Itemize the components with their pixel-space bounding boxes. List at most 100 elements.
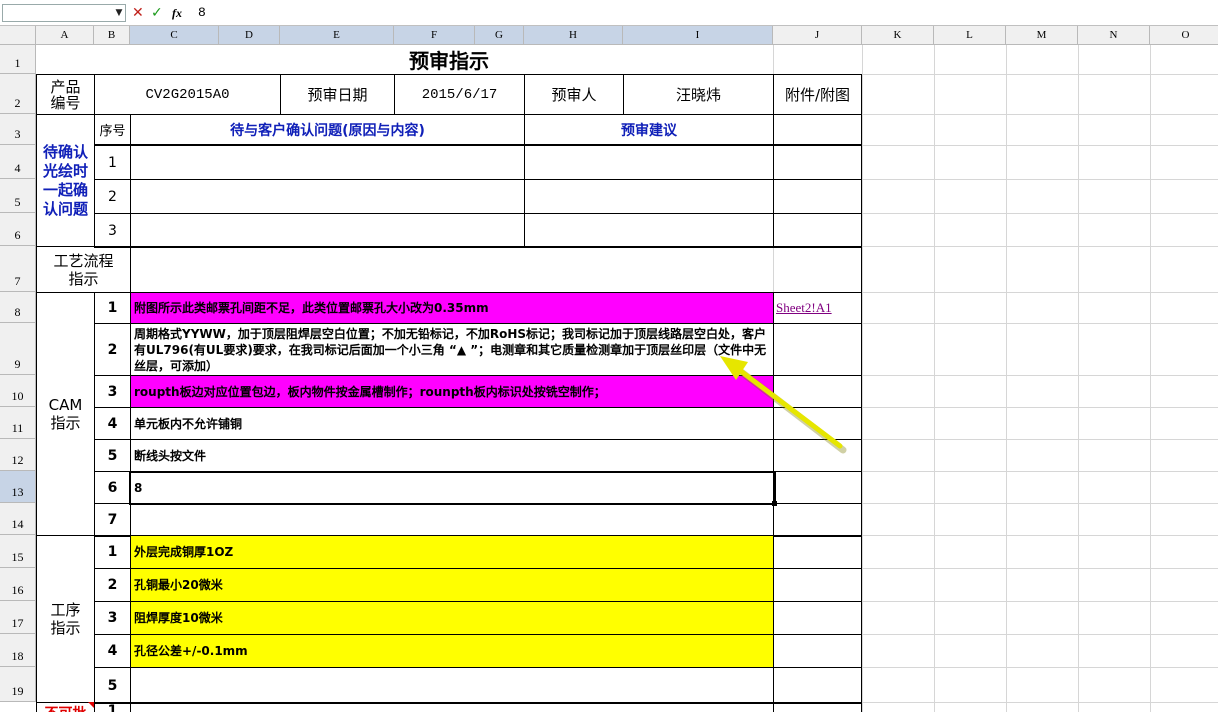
- procedure-attach-cell[interactable]: [773, 535, 862, 569]
- row-header-6[interactable]: 6: [0, 213, 36, 246]
- cam-seq-cell[interactable]: 6: [94, 471, 131, 504]
- row-header-17[interactable]: 17: [0, 601, 36, 634]
- procedure-instruction-cell[interactable]: [130, 667, 774, 704]
- row-header-18[interactable]: 18: [0, 634, 36, 667]
- row-header-14[interactable]: 14: [0, 503, 36, 535]
- column-header-I[interactable]: I: [623, 26, 773, 45]
- cam-attach-cell[interactable]: [773, 503, 862, 537]
- column-header-K[interactable]: K: [862, 26, 934, 45]
- row-header-5[interactable]: 5: [0, 179, 36, 213]
- suggestion-header-cell[interactable]: 预审建议: [524, 114, 774, 145]
- confirm-seq-cell[interactable]: 3: [94, 213, 131, 248]
- row-header-1[interactable]: 1: [0, 45, 36, 74]
- row-header-4[interactable]: 4: [0, 145, 36, 179]
- column-header-L[interactable]: L: [934, 26, 1006, 45]
- reviewer-cell[interactable]: 汪晓炜: [623, 74, 774, 115]
- confirm-seq-cell[interactable]: 2: [94, 179, 131, 214]
- worksheet[interactable]: ABCDEFGHIJKLMNO 1 2 3 4 5 6 7 8 9 10 11 12 13 14 15 16 1…: [0, 26, 1218, 712]
- column-header-C[interactable]: C: [130, 26, 219, 45]
- seq-label-cell[interactable]: 序号: [94, 114, 131, 145]
- attachment-cell[interactable]: [773, 114, 862, 145]
- cam-seq-cell[interactable]: 4: [94, 407, 131, 440]
- confirm-seq-cell[interactable]: 1: [94, 145, 131, 180]
- name-box[interactable]: ▼: [2, 4, 126, 22]
- review-date-cell[interactable]: 2015/6/17: [394, 74, 525, 115]
- insert-function-icon[interactable]: fx: [172, 5, 182, 21]
- select-all-corner[interactable]: [0, 26, 36, 45]
- column-header-H[interactable]: H: [524, 26, 623, 45]
- column-header-N[interactable]: N: [1078, 26, 1150, 45]
- procedure-attach-cell[interactable]: [773, 667, 862, 704]
- cam-instruction-cell[interactable]: roupth板边对应位置包边，板内物件按金属槽制作；rounpth板内标识处按铣…: [130, 375, 774, 408]
- row-header-3[interactable]: 3: [0, 114, 36, 145]
- confirm-issue-cell[interactable]: [130, 179, 525, 214]
- column-header-G[interactable]: G: [475, 26, 524, 45]
- procedure-instruction-cell[interactable]: 外层完成铜厚1OZ: [130, 535, 774, 569]
- row-header-16[interactable]: 16: [0, 568, 36, 601]
- cam-seq-cell[interactable]: 1: [94, 292, 131, 324]
- confirm-suggestion-cell[interactable]: [524, 179, 774, 214]
- row-header-13[interactable]: 13: [0, 471, 36, 503]
- bottom-seq-cell[interactable]: 1: [94, 702, 131, 712]
- column-header-B[interactable]: B: [94, 26, 130, 45]
- sheet-link[interactable]: Sheet2!A1: [774, 300, 832, 316]
- row-header-15[interactable]: 15: [0, 535, 36, 568]
- product-no-label-cell[interactable]: 产品 编号: [36, 74, 95, 115]
- process-flow-label-cell[interactable]: 工艺流程 指示: [36, 246, 131, 293]
- row-header-11[interactable]: 11: [0, 407, 36, 439]
- procedure-instruction-cell[interactable]: 阻焊厚度10微米: [130, 601, 774, 635]
- cam-instruction-cell[interactable]: 断线头按文件: [130, 439, 774, 472]
- issues-header-cell[interactable]: 待与客户确认问题(原因与内容): [130, 114, 525, 145]
- cam-seq-cell[interactable]: 2: [94, 323, 131, 376]
- process-flow-cell[interactable]: [130, 246, 862, 293]
- procedure-attach-cell[interactable]: [773, 568, 862, 602]
- cam-seq-cell[interactable]: 3: [94, 375, 131, 408]
- row-header-12[interactable]: 12: [0, 439, 36, 471]
- bottom-attach-cell[interactable]: [773, 702, 862, 712]
- chevron-down-icon[interactable]: ▼: [111, 5, 127, 21]
- formula-input[interactable]: 8: [190, 4, 1216, 22]
- row-header-19[interactable]: 19: [0, 667, 36, 702]
- column-header-A[interactable]: A: [36, 26, 94, 45]
- confirm-attach-cell[interactable]: [773, 213, 862, 248]
- procedure-seq-cell[interactable]: 5: [94, 667, 131, 704]
- procedure-instruction-cell[interactable]: 孔铜最小20微米: [130, 568, 774, 602]
- review-date-label-cell[interactable]: 预审日期: [280, 74, 395, 115]
- procedure-seq-cell[interactable]: 4: [94, 634, 131, 668]
- cam-seq-cell[interactable]: 7: [94, 503, 131, 537]
- sheet-title-cell[interactable]: 预审指示: [36, 45, 862, 75]
- confirm-attach-cell[interactable]: [773, 145, 862, 180]
- cam-seq-cell[interactable]: 5: [94, 439, 131, 472]
- enter-icon[interactable]: ✓: [151, 5, 163, 21]
- cancel-icon[interactable]: ✕: [132, 5, 144, 21]
- row-header-7[interactable]: 7: [0, 246, 36, 292]
- procedure-seq-cell[interactable]: 3: [94, 601, 131, 635]
- confirm-attach-cell[interactable]: [773, 179, 862, 214]
- confirm-suggestion-cell[interactable]: [524, 213, 774, 248]
- cam-label-cell[interactable]: CAM 指示: [36, 292, 95, 536]
- confirm-group-label-cell[interactable]: 待确认 光绘时 一起确 认问题: [36, 114, 95, 247]
- bottom-label-cell[interactable]: 不可批: [36, 702, 95, 712]
- row-header-8[interactable]: 8: [0, 292, 36, 323]
- cam-instruction-cell[interactable]: [130, 503, 774, 537]
- attachment-label-cell[interactable]: 附件/附图: [773, 74, 862, 115]
- column-header-J[interactable]: J: [773, 26, 862, 45]
- procedure-seq-cell[interactable]: 2: [94, 568, 131, 602]
- column-header-O[interactable]: O: [1150, 26, 1218, 45]
- column-header-F[interactable]: F: [394, 26, 475, 45]
- cam-attach-cell[interactable]: Sheet2!A1: [773, 292, 862, 324]
- confirm-issue-cell[interactable]: [130, 145, 525, 180]
- procedure-label-cell[interactable]: 工序 指示: [36, 535, 95, 703]
- confirm-issue-cell[interactable]: [130, 213, 525, 248]
- fill-handle[interactable]: [772, 501, 777, 506]
- column-header-D[interactable]: D: [219, 26, 280, 45]
- row-header-10[interactable]: 10: [0, 375, 36, 407]
- row-header-9[interactable]: 9: [0, 323, 36, 375]
- column-header-M[interactable]: M: [1006, 26, 1078, 45]
- cam-instruction-cell[interactable]: 单元板内不允许铺铜: [130, 407, 774, 440]
- cam-attach-cell[interactable]: [773, 471, 862, 504]
- procedure-attach-cell[interactable]: [773, 601, 862, 635]
- procedure-seq-cell[interactable]: 1: [94, 535, 131, 569]
- cam-instruction-cell[interactable]: 周期格式YYWW，加于顶层阻焊层空白位置；不加无铅标记，不加RoHS标记；我司标…: [130, 323, 774, 376]
- procedure-instruction-cell[interactable]: 孔径公差+/-0.1mm: [130, 634, 774, 668]
